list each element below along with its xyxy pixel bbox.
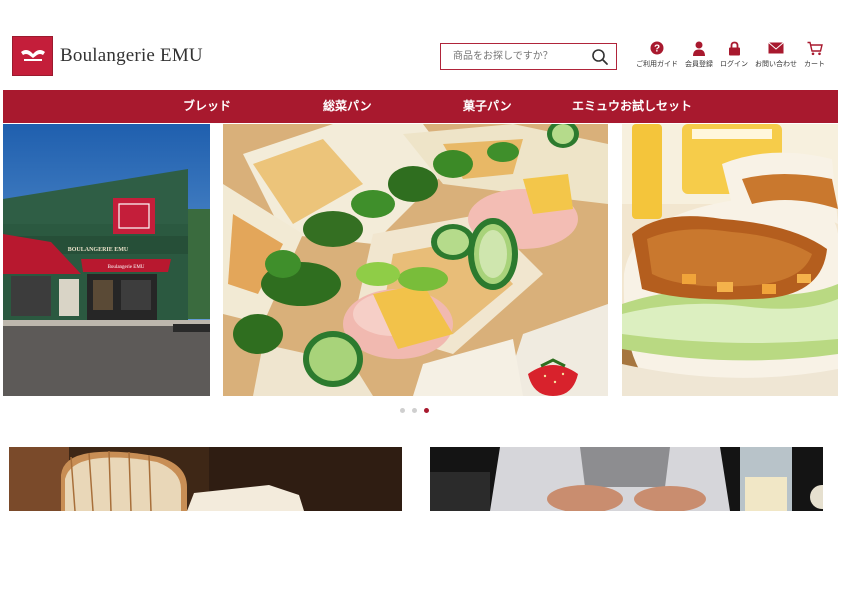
search-input[interactable] — [441, 44, 581, 69]
carousel-dot-1[interactable] — [400, 408, 405, 413]
chicken-bun-image — [622, 124, 838, 396]
logo-mark-icon — [20, 50, 45, 61]
baker-image — [430, 447, 823, 511]
awning-text: Boulangerie EMU — [108, 265, 145, 270]
slide-storefront[interactable]: BOULANGERIE EMU Boulangerie EMU — [3, 124, 210, 396]
carousel-dots — [400, 408, 436, 413]
nav-login[interactable]: ログイン — [720, 40, 748, 69]
lock-icon — [726, 40, 742, 56]
nav-guide[interactable]: ? ご利用ガイド — [636, 40, 678, 69]
search-box — [440, 43, 617, 70]
mail-icon — [768, 40, 784, 56]
utility-nav: ? ご利用ガイド 会員登録 ログイン お問い合わせ カート — [636, 40, 832, 69]
slide-chicken-bun[interactable] — [622, 124, 838, 396]
category-savory-bread[interactable]: 総菜パン — [323, 90, 372, 123]
storefront-sign-text: BOULANGERIE EMU — [68, 247, 129, 253]
nav-contact[interactable]: お問い合わせ — [755, 40, 797, 69]
logo-icon[interactable] — [12, 36, 53, 76]
category-sweet-bread[interactable]: 菓子パン — [463, 90, 512, 123]
carousel-dot-2[interactable] — [412, 408, 417, 413]
cart-icon — [807, 40, 823, 56]
hero-carousel[interactable]: BOULANGERIE EMU Boulangerie EMU — [3, 124, 838, 396]
nav-cart-label: カート — [804, 61, 825, 68]
carousel-dot-3[interactable] — [424, 408, 429, 413]
nav-contact-label: お問い合わせ — [755, 61, 797, 68]
user-icon — [691, 40, 707, 56]
help-icon: ? — [649, 40, 665, 56]
storefront-image: BOULANGERIE EMU Boulangerie EMU — [3, 124, 210, 396]
category-bread[interactable]: ブレッド — [183, 90, 231, 123]
brand-name[interactable]: Boulangerie EMU — [60, 45, 203, 67]
sandwich-platter-image — [223, 124, 608, 396]
slide-sandwich-platter[interactable] — [223, 124, 608, 396]
nav-register[interactable]: 会員登録 — [685, 40, 713, 69]
svg-text:?: ? — [654, 44, 660, 55]
search-icon[interactable] — [591, 48, 609, 66]
bread-loaf-image — [9, 447, 402, 511]
nav-register-label: 会員登録 — [685, 61, 713, 68]
nav-login-label: ログイン — [720, 61, 748, 68]
site-header: Boulangerie EMU ? ご利用ガイド 会員登録 ログイン — [0, 0, 845, 90]
nav-cart[interactable]: カート — [804, 40, 825, 69]
promo-banner-baker[interactable] — [430, 447, 823, 511]
category-trial-set[interactable]: エミュウお試しセット — [572, 90, 692, 123]
nav-guide-label: ご利用ガイド — [636, 61, 678, 68]
category-nav: ブレッド 総菜パン 菓子パン エミュウお試しセット — [3, 90, 838, 123]
promo-banner-bread[interactable] — [9, 447, 402, 511]
